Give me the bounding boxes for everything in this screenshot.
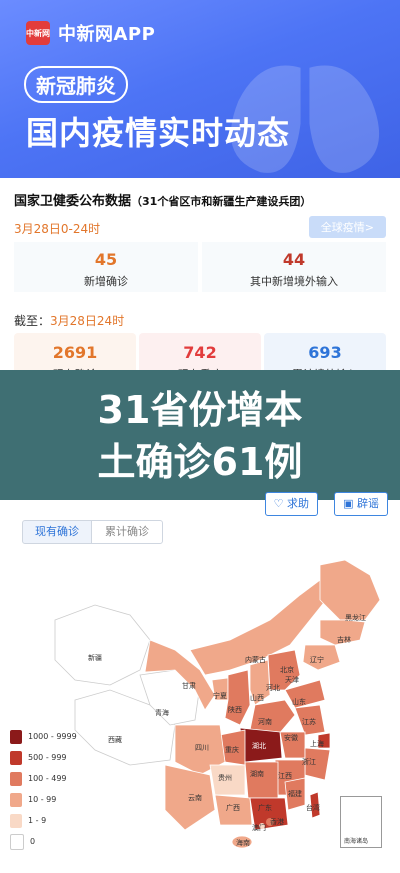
- total-imported-value: 693: [308, 343, 342, 362]
- label-shandong: 山东: [292, 697, 306, 706]
- label-xianggang: 香港: [270, 817, 284, 826]
- card-title: 国家卫健委公布数据（31个省区市和新疆生产建设兵团）: [14, 190, 311, 209]
- label-neimenggu: 内蒙古: [245, 655, 266, 664]
- label-sichuan: 四川: [195, 744, 209, 752]
- legend-label: 1 - 9: [28, 816, 47, 825]
- legend-row: 0: [10, 831, 77, 852]
- legend-row: 500 - 999: [10, 747, 77, 768]
- date-range: 3月28日0-24时: [14, 222, 101, 236]
- new-imported-label: 其中新增境外输入: [250, 275, 338, 288]
- label-yunnan: 云南: [188, 793, 202, 802]
- overlay-line-2: 土确诊61例: [97, 440, 303, 484]
- south-china-sea-inset: 南海诸岛: [340, 796, 382, 848]
- legend-swatch: [10, 813, 22, 828]
- new-imported-box: 44 其中新增境外输入: [202, 242, 386, 292]
- card-title-note: （31个省区市和新疆生产建设兵团）: [131, 195, 312, 208]
- new-confirmed-box: 45 新增确诊: [14, 242, 198, 292]
- legend-row: 100 - 499: [10, 768, 77, 789]
- label-zhejiang: 浙江: [302, 757, 316, 766]
- as-of-line: 截至：3月28日24时: [14, 312, 124, 329]
- current-confirmed-value: 2691: [52, 343, 98, 362]
- label-jilin: 吉林: [337, 635, 351, 644]
- label-tianjin: 天津: [285, 676, 299, 684]
- label-ningxia: 宁夏: [213, 691, 227, 700]
- label-hebei: 河北: [266, 684, 280, 692]
- province-shaanxi: [224, 669, 251, 726]
- label-chongqing: 重庆: [225, 745, 239, 754]
- legend-label: 500 - 999: [28, 753, 67, 762]
- province-hunan: [244, 761, 279, 799]
- label-jiangxi: 江西: [278, 772, 292, 780]
- new-imported-value: 44: [282, 250, 306, 269]
- south-china-sea-label: 南海诸岛: [344, 838, 369, 845]
- label-heilongjiang: 黑龙江: [345, 613, 366, 622]
- map-legend: 1000 - 9999 500 - 999 100 - 499 10 - 99 …: [10, 726, 77, 852]
- label-fujian: 福建: [288, 789, 302, 798]
- page-title: 国内疫情实时动态: [26, 114, 291, 152]
- legend-label: 0: [30, 837, 36, 846]
- label-xinjiang: 新疆: [88, 653, 102, 662]
- new-confirmed-value: 45: [94, 250, 118, 269]
- label-anhui: 安徽: [284, 733, 298, 742]
- legend-swatch: [10, 750, 22, 765]
- legend-row: 1 - 9: [10, 810, 77, 831]
- app-brand: 中新网 中新网APP: [26, 20, 155, 46]
- label-beijing: 北京: [280, 665, 294, 674]
- as-of-prefix: 截至：: [14, 314, 51, 328]
- label-shanghai: 上海: [310, 739, 324, 748]
- app-name: 中新网APP: [58, 24, 156, 45]
- overlay-headline: 31省份增本 土确诊61例: [0, 370, 400, 500]
- label-xizang: 西藏: [108, 735, 122, 744]
- app-logo: 中新网: [26, 21, 50, 45]
- global-epidemic-button[interactable]: 全球疫情>: [308, 216, 386, 238]
- label-shanxi: 山西: [250, 693, 264, 702]
- overlay-line-1: 31省份增本: [97, 388, 303, 432]
- new-confirmed-label: 新增确诊: [84, 275, 128, 288]
- label-henan: 河南: [258, 717, 272, 726]
- province-heilongjiang: [319, 559, 381, 621]
- legend-swatch: [10, 771, 22, 786]
- topic-tag: 新冠肺炎: [24, 66, 128, 103]
- label-liaoning: 辽宁: [310, 655, 324, 664]
- label-guizhou: 贵州: [218, 773, 232, 782]
- header-banner: 中新网 中新网APP 新冠肺炎 国内疫情实时动态: [0, 0, 400, 178]
- legend-swatch: [10, 792, 22, 807]
- card-title-text: 国家卫健委公布数据: [14, 194, 132, 209]
- label-guangdong: 广东: [258, 803, 272, 812]
- label-shaanxi: 陕西: [228, 705, 242, 714]
- province-xinjiang: [54, 604, 151, 686]
- current-severe-value: 742: [183, 343, 217, 362]
- as-of-date: 3月28日24时: [50, 314, 125, 328]
- legend-label: 10 - 99: [28, 795, 57, 804]
- label-qinghai: 青海: [155, 708, 169, 717]
- legend-row: 10 - 99: [10, 789, 77, 810]
- legend-swatch: [10, 729, 22, 744]
- label-jiangsu: 江苏: [302, 717, 316, 726]
- legend-label: 1000 - 9999: [28, 732, 77, 741]
- legend-swatch: [10, 833, 24, 850]
- label-hainan: 海南: [236, 838, 250, 847]
- label-hubei: 湖北: [252, 741, 266, 750]
- map-section: ♡ 求助 ▣ 辟谣 现有确诊 累计确诊 黑龙江 吉林 辽宁 内蒙古 北京 天津 …: [0, 492, 400, 873]
- legend-label: 100 - 499: [28, 774, 67, 783]
- label-taiwan: 台湾: [306, 803, 320, 812]
- legend-row: 1000 - 9999: [10, 726, 77, 747]
- label-aomen: 澳门: [252, 823, 266, 832]
- label-guangxi: 广西: [226, 803, 240, 812]
- label-hunan: 湖南: [250, 769, 264, 778]
- label-gansu: 甘肃: [182, 681, 196, 690]
